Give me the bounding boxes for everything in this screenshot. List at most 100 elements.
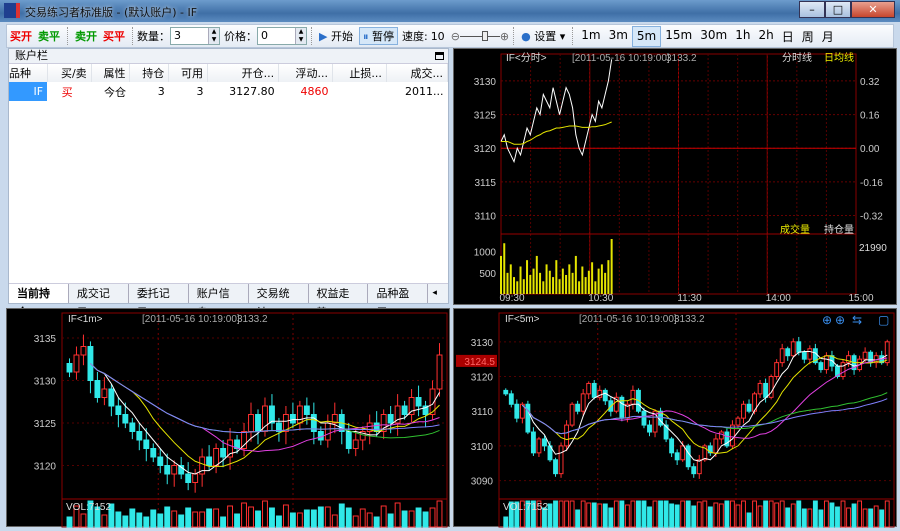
volume-bar <box>157 513 164 528</box>
volume-bar <box>879 509 885 528</box>
period-周[interactable]: 周 <box>798 26 818 47</box>
speed-slider-thumb[interactable] <box>482 30 488 41</box>
table-cell: IF <box>9 82 48 101</box>
intraday-chart[interactable]: 3130 3125 3120 3115 3110 0.32 0.16 0.00 -0.16 -0.… <box>453 48 897 305</box>
1m-kline-chart[interactable]: 3135 3130 3125 3120 IF<1m> [2011-05-16 10:19:… <box>6 308 450 528</box>
volume-bar <box>352 515 359 528</box>
candle <box>108 388 115 407</box>
5m-kline-chart[interactable]: 3130 3120 3110 3100 3090 IF<5m> [2011-05-16 10… <box>453 308 897 528</box>
speed-slider[interactable] <box>459 30 500 41</box>
volume-bar <box>619 500 625 528</box>
tab-0[interactable]: 当前持仓 <box>9 284 69 319</box>
column-header[interactable]: 持仓 <box>129 64 170 82</box>
quantity-stepper[interactable]: 3 ▲ ▼ <box>170 27 220 45</box>
volume-bar <box>674 504 680 528</box>
candle <box>352 439 359 449</box>
candle <box>503 389 509 395</box>
start-button[interactable]: ▶ 开始 <box>316 28 356 44</box>
scroll-left-right-icon[interactable]: ⇆ <box>852 313 862 327</box>
candle <box>101 388 108 398</box>
column-header[interactable]: 品种 <box>9 64 48 82</box>
candle <box>884 341 890 364</box>
volume-bar <box>636 500 641 528</box>
candle <box>862 351 868 360</box>
volume-bar <box>317 506 324 528</box>
tab-1[interactable]: 成交记录 <box>69 284 129 319</box>
chart-price: 3133.2 <box>237 314 268 325</box>
chart-time: [2011-05-16 10:19:00] <box>579 314 677 325</box>
period-3m[interactable]: 3m <box>605 26 632 47</box>
period-2h[interactable]: 2h <box>754 26 777 47</box>
period-15m[interactable]: 15m <box>661 26 696 47</box>
tab-scroll-arrows[interactable]: ◂ ▸ <box>428 284 448 317</box>
candle <box>289 414 296 424</box>
column-header[interactable]: 可用 <box>168 64 209 82</box>
period-月[interactable]: 月 <box>818 26 838 47</box>
volume-bar <box>345 507 352 528</box>
volume-bar <box>741 500 746 528</box>
maximize-button[interactable]: □ <box>825 1 851 18</box>
volume-bar <box>884 500 890 528</box>
tab-2[interactable]: 委托记录 <box>129 284 189 319</box>
tab-5[interactable]: 权益走势 <box>309 284 369 319</box>
app-logo-icon <box>4 3 20 18</box>
candle <box>206 456 213 466</box>
candle <box>542 438 547 447</box>
buy-close-button[interactable]: 买平 <box>100 28 128 44</box>
spin-arrows-icon[interactable]: ▲ ▼ <box>295 28 306 44</box>
maximize-chart-icon[interactable]: ▢ <box>878 313 889 327</box>
y-tick: 3120 <box>471 373 494 384</box>
candle <box>713 438 719 454</box>
quantity-label: 数量： <box>137 30 170 43</box>
column-header[interactable]: 浮动... <box>278 64 334 82</box>
candle <box>564 424 570 447</box>
speed-decrease-icon[interactable]: ⊖ <box>451 30 460 43</box>
maximize-panel-icon[interactable] <box>435 52 444 60</box>
price-stepper[interactable]: 0 ▲ ▼ <box>257 27 307 45</box>
column-header[interactable]: 成交... <box>386 64 449 82</box>
ma-line-20 <box>522 357 888 439</box>
volume-bar <box>387 513 394 528</box>
volume-bar <box>718 503 724 528</box>
period-30m[interactable]: 30m <box>696 26 731 47</box>
volume-bar <box>206 508 213 528</box>
volume-bar <box>846 507 851 528</box>
candle <box>415 397 422 407</box>
volume-bar <box>422 511 429 528</box>
tab-6[interactable]: 品种盈亏 <box>368 284 429 319</box>
buy-open-button[interactable]: 买开 <box>7 28 35 44</box>
speed-increase-icon[interactable]: ⊕ <box>500 30 509 43</box>
volume-bar <box>763 500 769 528</box>
candle <box>514 403 520 419</box>
pause-button[interactable]: ⏸ 暂停 <box>358 27 398 45</box>
y-tick: 3125 <box>34 419 57 430</box>
volume-bar <box>262 500 268 528</box>
tab-4[interactable]: 交易统计 <box>249 284 309 319</box>
table-row[interactable]: IF 买 今仓 3 3 3127.80 4860 2011... <box>9 82 448 101</box>
sell-close-button[interactable]: 卖平 <box>35 28 63 44</box>
period-1h[interactable]: 1h <box>731 26 754 47</box>
time-tick: 15:00 <box>848 293 873 304</box>
period-日[interactable]: 日 <box>778 26 798 47</box>
close-button[interactable]: ✕ <box>851 1 895 18</box>
volume-bar <box>647 506 652 528</box>
minimize-button[interactable]: – <box>799 1 825 18</box>
zoom-out-icon[interactable]: ⊕ <box>835 313 845 327</box>
volume-bar <box>296 512 303 528</box>
column-header[interactable]: 买/卖 <box>47 64 92 82</box>
period-5m[interactable]: 5m <box>631 25 662 47</box>
sell-open-button[interactable]: 卖开 <box>72 28 100 44</box>
column-header[interactable]: 止损... <box>332 64 387 82</box>
period-1m[interactable]: 1m <box>577 26 604 47</box>
candle <box>508 393 514 405</box>
candle <box>790 341 796 357</box>
column-header[interactable]: 属性 <box>91 64 131 82</box>
settings-button[interactable]: ● 设置 ▾ <box>518 28 568 44</box>
candle <box>602 389 608 402</box>
zoom-in-icon[interactable]: ⊕ <box>822 313 832 327</box>
column-header[interactable]: 开仓... <box>207 64 280 82</box>
volume-bar <box>796 500 802 528</box>
tab-3[interactable]: 账户信息 <box>189 284 249 319</box>
volume-bar <box>580 500 586 528</box>
spin-arrows-icon[interactable]: ▲ ▼ <box>208 28 219 44</box>
